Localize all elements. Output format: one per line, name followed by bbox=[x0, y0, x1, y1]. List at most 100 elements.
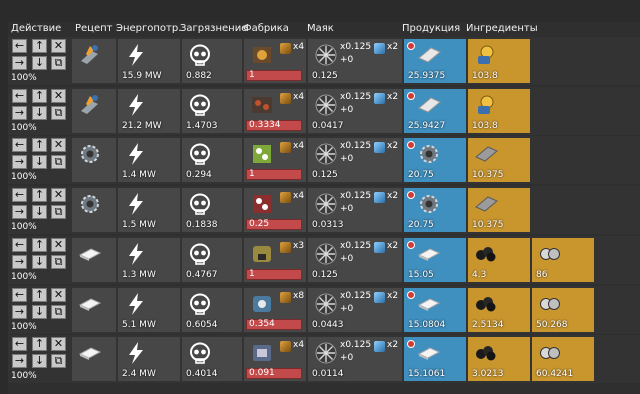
header-recipe: Рецепт bbox=[75, 23, 113, 34]
ingredient-value: 86 bbox=[536, 270, 548, 280]
factory-cell[interactable]: x4 0.25 bbox=[244, 188, 306, 232]
copy-button[interactable]: ⧉ bbox=[51, 354, 66, 368]
skull-icon bbox=[185, 241, 215, 267]
recipe-cell[interactable] bbox=[72, 337, 116, 381]
product-cell[interactable]: 15.1061 bbox=[404, 337, 466, 381]
recipe-cell[interactable] bbox=[72, 238, 116, 282]
recipe-cell[interactable] bbox=[72, 288, 116, 332]
green-assembler-icon bbox=[247, 141, 277, 167]
delete-button[interactable]: ✕ bbox=[51, 89, 66, 103]
move-down-button[interactable]: ↓ bbox=[32, 255, 47, 269]
move-up-button[interactable]: ↑ bbox=[32, 337, 47, 351]
beacon-cell[interactable]: x0.125 x2 +0 0.0417 bbox=[308, 89, 402, 133]
delete-button[interactable]: ✕ bbox=[51, 188, 66, 202]
copy-button[interactable]: ⧉ bbox=[51, 56, 66, 70]
move-up-button[interactable]: ↑ bbox=[32, 288, 47, 302]
header-pollution: Загрязнение bbox=[180, 23, 248, 34]
factory-cell[interactable]: x4 1 bbox=[244, 39, 306, 83]
product-cell[interactable]: 25.9427 bbox=[404, 89, 466, 133]
beacon-cell[interactable]: x0.125 x2 +0 0.125 bbox=[308, 138, 402, 182]
copy-button[interactable]: ⧉ bbox=[51, 106, 66, 120]
x-icon: ✕ bbox=[53, 89, 64, 102]
move-up-button[interactable]: ↑ bbox=[32, 188, 47, 202]
factory-count[interactable]: 0.25 bbox=[246, 219, 302, 230]
beacon-cell[interactable]: x0.125 x2 +0 0.0443 bbox=[308, 288, 402, 332]
factory-cell[interactable]: x4 1 bbox=[244, 138, 306, 182]
beacon-module-multiplier: x2 bbox=[387, 291, 399, 301]
recipe-percent: 100% bbox=[11, 172, 37, 182]
ingredient-cell[interactable]: 60.4241 bbox=[532, 337, 594, 381]
product-cell[interactable]: 15.05 bbox=[404, 238, 466, 282]
factory-cell[interactable]: x4 0.091 bbox=[244, 337, 306, 381]
move-right-button[interactable]: → bbox=[12, 255, 27, 269]
move-down-button[interactable]: ↓ bbox=[32, 305, 47, 319]
factory-count[interactable]: 1 bbox=[246, 70, 302, 81]
ingredient-cell[interactable]: 10.375 bbox=[468, 188, 530, 232]
factory-count[interactable]: 0.3334 bbox=[246, 120, 302, 131]
move-right-button[interactable]: → bbox=[12, 155, 27, 169]
move-left-button[interactable]: ← bbox=[12, 39, 27, 53]
recipe-cell[interactable] bbox=[72, 89, 116, 133]
pollution-cell: 0.1838 bbox=[182, 188, 242, 232]
recipe-cell[interactable] bbox=[72, 39, 116, 83]
factory-cell[interactable]: x8 0.354 bbox=[244, 288, 306, 332]
ingredient-cell[interactable]: 10.375 bbox=[468, 138, 530, 182]
move-down-button[interactable]: ↓ bbox=[32, 155, 47, 169]
move-left-button[interactable]: ← bbox=[12, 138, 27, 152]
move-left-button[interactable]: ← bbox=[12, 188, 27, 202]
copy-button[interactable]: ⧉ bbox=[51, 155, 66, 169]
move-up-button[interactable]: ↑ bbox=[32, 238, 47, 252]
ingredient-cell[interactable]: 50.268 bbox=[532, 288, 594, 332]
beacon-cell[interactable]: x0.125 x2 +0 0.0313 bbox=[308, 188, 402, 232]
delete-button[interactable]: ✕ bbox=[51, 238, 66, 252]
product-cell[interactable]: 20.75 bbox=[404, 188, 466, 232]
move-up-button[interactable]: ↑ bbox=[32, 89, 47, 103]
move-left-button[interactable]: ← bbox=[12, 288, 27, 302]
ingredient-cell[interactable]: 103.8 bbox=[468, 89, 530, 133]
move-left-button[interactable]: ← bbox=[12, 238, 27, 252]
ingredient-cell[interactable]: 103.8 bbox=[468, 39, 530, 83]
move-down-button[interactable]: ↓ bbox=[32, 354, 47, 368]
product-cell[interactable]: 15.0804 bbox=[404, 288, 466, 332]
beacon-cell[interactable]: x0.125 x2 +0 0.125 bbox=[308, 39, 402, 83]
copy-button[interactable]: ⧉ bbox=[51, 205, 66, 219]
ingredient-cell[interactable]: 86 bbox=[532, 238, 594, 282]
factory-count[interactable]: 0.091 bbox=[246, 368, 302, 379]
move-left-button[interactable]: ← bbox=[12, 337, 27, 351]
product-cell[interactable]: 25.9375 bbox=[404, 39, 466, 83]
move-right-button[interactable]: → bbox=[12, 305, 27, 319]
delete-button[interactable]: ✕ bbox=[51, 39, 66, 53]
product-value: 15.1061 bbox=[408, 369, 446, 379]
move-down-button[interactable]: ↓ bbox=[32, 56, 47, 70]
move-right-button[interactable]: → bbox=[12, 354, 27, 368]
move-up-button[interactable]: ↑ bbox=[32, 138, 47, 152]
ingredient-cell[interactable]: 4.3 bbox=[468, 238, 530, 282]
move-down-button[interactable]: ↓ bbox=[32, 106, 47, 120]
beacon-cell[interactable]: x0.125 x2 +0 0.125 bbox=[308, 238, 402, 282]
recipe-cell[interactable] bbox=[72, 138, 116, 182]
factory-count[interactable]: 0.354 bbox=[246, 319, 302, 330]
recipe-percent: 100% bbox=[11, 272, 37, 282]
delete-button[interactable]: ✕ bbox=[51, 337, 66, 351]
factory-count[interactable]: 1 bbox=[246, 169, 302, 180]
delete-button[interactable]: ✕ bbox=[51, 288, 66, 302]
copy-button[interactable]: ⧉ bbox=[51, 305, 66, 319]
move-right-button[interactable]: → bbox=[12, 56, 27, 70]
ingredient-cell[interactable]: 2.5134 bbox=[468, 288, 530, 332]
ingredient-value: 4.3 bbox=[472, 270, 487, 280]
move-right-button[interactable]: → bbox=[12, 106, 27, 120]
table-row: ← ↑ ✕ → ↓ ⧉ 100% 5.1 MW 0.6054 x8 0.354 x0.125 x2 +0 0… bbox=[8, 286, 640, 334]
copy-button[interactable]: ⧉ bbox=[51, 255, 66, 269]
move-right-button[interactable]: → bbox=[12, 205, 27, 219]
move-up-button[interactable]: ↑ bbox=[32, 39, 47, 53]
move-down-button[interactable]: ↓ bbox=[32, 205, 47, 219]
factory-cell[interactable]: x4 0.3334 bbox=[244, 89, 306, 133]
product-cell[interactable]: 20.75 bbox=[404, 138, 466, 182]
factory-cell[interactable]: x3 1 bbox=[244, 238, 306, 282]
move-left-button[interactable]: ← bbox=[12, 89, 27, 103]
delete-button[interactable]: ✕ bbox=[51, 138, 66, 152]
beacon-cell[interactable]: x0.125 x2 +0 0.0114 bbox=[308, 337, 402, 381]
recipe-cell[interactable] bbox=[72, 188, 116, 232]
ingredient-cell[interactable]: 3.0213 bbox=[468, 337, 530, 381]
factory-count[interactable]: 1 bbox=[246, 269, 302, 280]
